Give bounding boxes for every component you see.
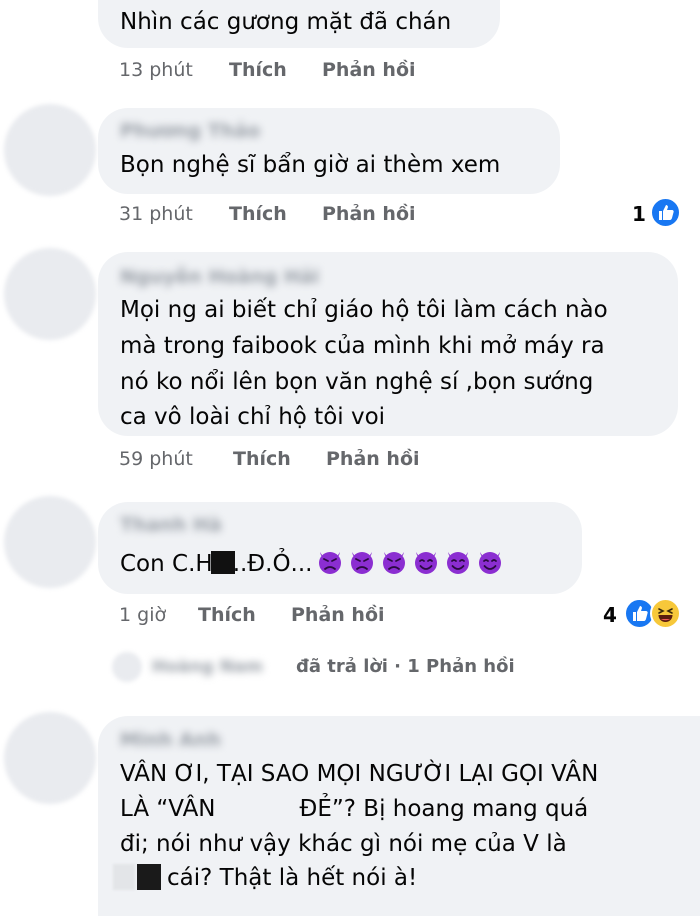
censor-mark [137, 864, 161, 890]
angry-devil-icon [351, 552, 374, 574]
comment-text-4-start: Con C.H [120, 551, 213, 577]
avatar[interactable] [112, 652, 142, 682]
reply-author[interactable]: Hoàng Nam [152, 657, 263, 677]
haha-icon [650, 598, 681, 629]
comment-text-3-line-3: nó ko nổi lên bọn văn nghệ sí ,bọn sướng [120, 369, 594, 395]
comment-time-2[interactable]: 31 phút [119, 203, 193, 225]
comment-text-3-line-2: mà trong faibook của mình khi mở máy ra [120, 333, 605, 359]
comment-text-2: Bọn nghệ sĩ bẩn giờ ai thèm xem [120, 152, 501, 178]
smiling-devil-icon [415, 552, 438, 574]
comment-author-5[interactable]: Minh Anh [120, 729, 221, 751]
like-button-4[interactable]: Thích [198, 604, 256, 626]
comment-author-4[interactable]: Thanh Hà [120, 514, 222, 536]
reply-button-4[interactable]: Phản hồi [291, 604, 385, 626]
avatar[interactable] [4, 248, 96, 340]
comment-text-5-line-3: đi; nói như vậy khác gì nói mẹ của V là [120, 831, 567, 857]
redacted-light-mark [113, 864, 135, 890]
like-button-2[interactable]: Thích [229, 203, 287, 225]
reaction-count-2[interactable]: 1 [632, 202, 646, 226]
comment-author-2[interactable]: Phương Thảo [120, 120, 260, 142]
comment-text-5-line-2: LÀ “VÂN ĐẺ”? Bị hoang mang quá [120, 791, 588, 828]
comment-time-4[interactable]: 1 giờ [119, 604, 166, 626]
comment-time-1[interactable]: 13 phút [119, 59, 193, 81]
reply-button-1[interactable]: Phản hồi [322, 59, 416, 81]
view-replies-link[interactable]: đã trả lời · 1 Phản hồi [296, 656, 515, 677]
comment-text-4: Con C.H ..Đ.Ỏ... [120, 546, 504, 583]
comment-text-4-end: ..Đ.Ỏ... [232, 551, 313, 577]
comment-text-5-line-1: VÂN ƠI, TẠI SAO MỌI NGƯỜI LẠI GỌI VÂN [120, 761, 599, 787]
comment-author-3[interactable]: Nguyễn Hoàng Hải [120, 266, 319, 288]
smiling-devil-icon [479, 552, 502, 574]
comment-text-5-line-4: cái? Thật là hết nói à! [113, 860, 417, 897]
comment-text-3-line-1: Mọi ng ai biết chỉ giáo hộ tôi làm cách … [120, 297, 608, 323]
comment-text-1: Nhìn các gương mặt đã chán [120, 9, 452, 35]
comment-text-5-line-2-end: ĐẺ”? Bị hoang mang quá [299, 796, 589, 822]
redacted-gap [216, 796, 300, 816]
comment-text-5-line-2-start: LÀ “VÂN [120, 796, 216, 822]
avatar[interactable] [4, 104, 96, 196]
comment-text-3-line-4: ca vô loài chỉ hộ tôi voi [120, 404, 386, 430]
angry-devil-icon [383, 552, 406, 574]
emoji-row [312, 551, 504, 577]
avatar[interactable] [4, 496, 96, 588]
reaction-count-4[interactable]: 4 [603, 603, 617, 627]
like-button-3[interactable]: Thích [233, 448, 291, 470]
like-button-1[interactable]: Thích [229, 59, 287, 81]
comment-time-3[interactable]: 59 phút [119, 448, 193, 470]
angry-devil-icon [319, 552, 342, 574]
reply-button-2[interactable]: Phản hồi [322, 203, 416, 225]
like-icon [650, 197, 681, 228]
smiling-devil-icon [447, 552, 470, 574]
comment-text-5-line-4-text: cái? Thật là hết nói à! [167, 865, 418, 891]
reply-button-3[interactable]: Phản hồi [326, 448, 420, 470]
censor-mark [210, 551, 235, 574]
avatar[interactable] [4, 712, 96, 804]
